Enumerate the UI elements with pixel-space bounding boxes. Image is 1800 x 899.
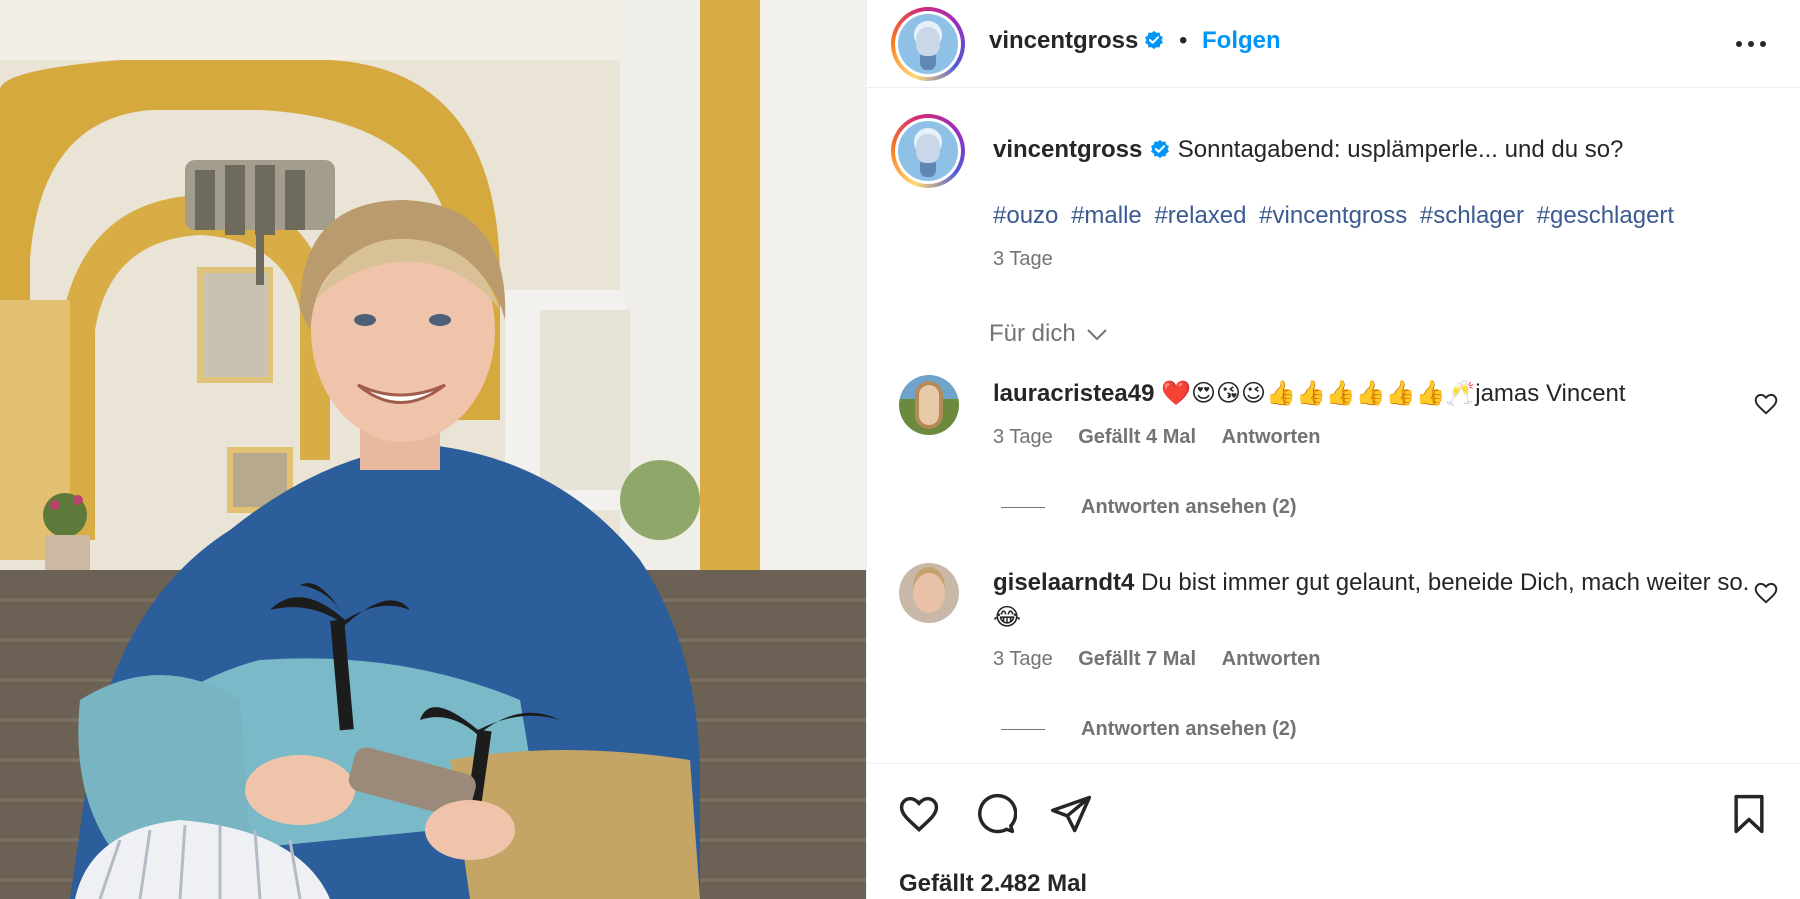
caption-hashtags: #ouzo #malle #relaxed #vincentgross #sch…: [993, 202, 1680, 230]
author-username: vincentgross: [989, 27, 1139, 54]
caption-author-avatar[interactable]: [891, 114, 965, 188]
verified-badge-icon: [1144, 30, 1163, 50]
hashtag-link[interactable]: #vincentgross: [1259, 202, 1407, 229]
caption-body: Sonntagabend: usplämperle... und du so?: [1177, 136, 1624, 163]
comment-emoji: ❤️😍😘😉👍👍👍👍👍👍🥂: [1161, 379, 1476, 407]
view-replies-button[interactable]: Antworten ansehen (2): [1001, 718, 1297, 741]
comment-icon[interactable]: [973, 792, 1017, 836]
comment-username[interactable]: giselaarndt4: [993, 569, 1134, 596]
bookmark-icon[interactable]: [1727, 792, 1771, 836]
comment-time: 3 Tage: [993, 426, 1053, 448]
hashtag-link[interactable]: #ouzo: [993, 202, 1058, 229]
author-avatar[interactable]: [891, 7, 965, 81]
heart-icon[interactable]: [897, 792, 941, 836]
comment-text: giselaarndt4 Du bist immer gut gelaunt, …: [993, 565, 1753, 635]
comment-body: Du bist immer gut gelaunt, beneide Dich,…: [1141, 569, 1750, 596]
comment-meta: 3 Tage Gefällt 4 Mal Antworten: [993, 426, 1341, 449]
share-icon[interactable]: [1049, 792, 1093, 836]
comment-likes-count[interactable]: Gefällt 4 Mal: [1078, 426, 1196, 448]
replies-divider-line: [1001, 729, 1045, 731]
comment-reply-button[interactable]: Antworten: [1222, 426, 1321, 448]
comment-username[interactable]: lauracristea49: [993, 380, 1154, 407]
more-options-icon[interactable]: [1733, 32, 1769, 56]
comment-heart-icon[interactable]: [1753, 580, 1779, 606]
hashtag-link[interactable]: #schlager: [1420, 202, 1524, 229]
commenter-avatar[interactable]: [899, 563, 959, 623]
author-username-link[interactable]: vincentgross: [989, 27, 1165, 55]
post-likes-count[interactable]: Gefällt 2.482 Mal: [899, 870, 1087, 898]
comment-heart-icon[interactable]: [1753, 391, 1779, 417]
view-replies-label: Antworten ansehen (2): [1081, 496, 1297, 518]
post-actions-bar: Gefällt 2.482 Mal: [867, 763, 1800, 899]
comment-text: lauracristea49 ❤️😍😘😉👍👍👍👍👍👍🥂jamas Vincent: [993, 376, 1753, 411]
follow-button[interactable]: Folgen: [1202, 27, 1281, 55]
comment-emoji: 😂: [993, 603, 1022, 631]
commenter-avatar[interactable]: [899, 375, 959, 435]
post-header: vincentgross • Folgen: [867, 0, 1800, 88]
comment-likes-count[interactable]: Gefällt 7 Mal: [1078, 648, 1196, 670]
caption-username[interactable]: vincentgross: [993, 136, 1142, 163]
hashtag-link[interactable]: #malle: [1071, 202, 1142, 229]
post-photo[interactable]: [0, 0, 866, 899]
comment-sort-dropdown[interactable]: Für dich: [989, 320, 1108, 348]
post-photo-illustration: [0, 0, 866, 899]
view-replies-button[interactable]: Antworten ansehen (2): [1001, 496, 1297, 519]
comment-meta: 3 Tage Gefällt 7 Mal Antworten: [993, 648, 1341, 671]
comment-sort-label: Für dich: [989, 320, 1076, 347]
post-details-panel: vincentgross • Folgen vincentgross Sonnt…: [866, 0, 1800, 899]
replies-divider-line: [1001, 507, 1045, 509]
comment-time: 3 Tage: [993, 648, 1053, 670]
header-separator: •: [1179, 27, 1188, 54]
hashtag-link[interactable]: #geschlagert: [1537, 202, 1674, 229]
view-replies-label: Antworten ansehen (2): [1081, 718, 1297, 740]
caption-text-block: vincentgross Sonntagabend: usplämperle..…: [993, 135, 1623, 165]
verified-badge-icon: [1151, 139, 1169, 159]
hashtag-link[interactable]: #relaxed: [1154, 202, 1246, 229]
comment-reply-button[interactable]: Antworten: [1222, 648, 1321, 670]
chevron-down-icon: [1087, 328, 1108, 341]
comment-body: jamas Vincent: [1475, 380, 1626, 407]
caption-timestamp: 3 Tage: [993, 248, 1053, 270]
